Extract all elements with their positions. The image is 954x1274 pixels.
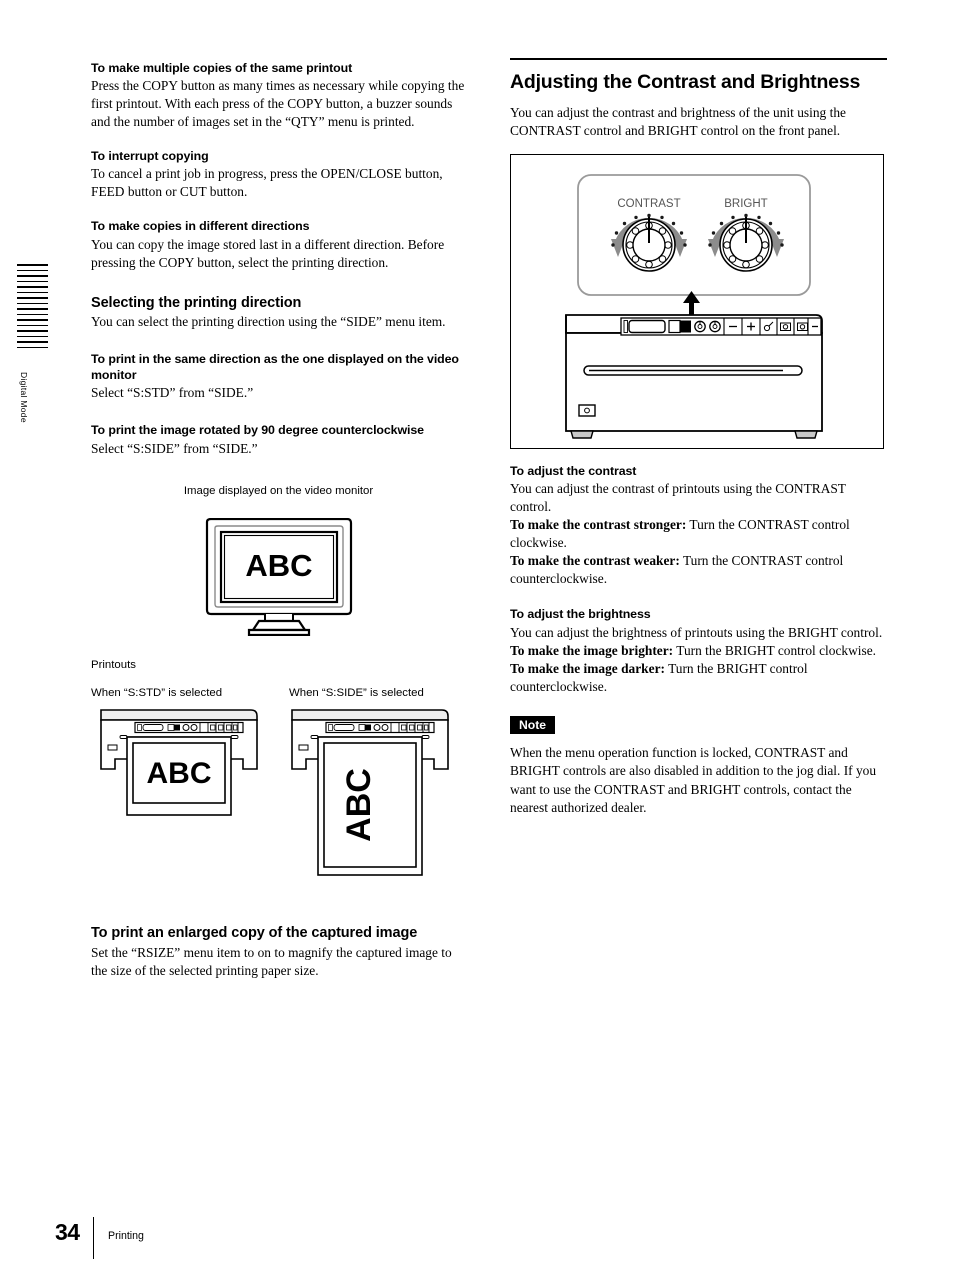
block-selecting-direction: Selecting the printing direction You can… [91, 294, 466, 332]
caption-printouts: Printouts [91, 659, 136, 672]
right-column: Adjusting the Contrast and Brightness Yo… [510, 58, 887, 817]
block-adjust-brightness: To adjust the brightness You can adjust … [510, 606, 887, 695]
text-enlarged-copy: Set the “RSIZE” menu item to on to magni… [91, 944, 452, 978]
text-adjust-brightness: You can adjust the brightness of printou… [510, 624, 883, 640]
lead-contrast-stronger: To make the contrast stronger: [510, 517, 687, 533]
text-selecting-direction: You can select the printing direction us… [91, 314, 446, 330]
heading-print-rotated: To print the image rotated by 90 degree … [91, 423, 424, 438]
note-block: Note When the menu operation function is… [510, 716, 887, 817]
printouts-captions-row: When “S:STD” is selected When “S:SIDE” i… [91, 686, 466, 701]
heading-selecting-direction: Selecting the printing direction [91, 294, 302, 311]
monitor-illustration-wrap: ABC [91, 518, 466, 637]
heading-adjust-contrast: To adjust the contrast [510, 464, 637, 479]
printer-side-illustration: ABC [291, 709, 449, 876]
figure-printing-direction: Image displayed on the video monitor ABC [91, 484, 466, 892]
page-number: 34 [55, 1219, 80, 1245]
heading-multiple-copies: To make multiple copies of the same prin… [91, 61, 353, 75]
section-rule [510, 58, 887, 60]
block-interrupt-copying: To interrupt copying To cancel a print j… [91, 148, 466, 201]
text-intro: You can adjust the contrast and brightne… [510, 105, 846, 139]
text-print-rotated: Select “S:SIDE” from “SIDE.” [91, 440, 258, 456]
footer-divider [93, 1217, 95, 1259]
text-adjust-contrast: You can adjust the contrast of printouts… [510, 481, 846, 515]
bright-knob-label: BRIGHT [724, 198, 767, 210]
text-interrupt-copying: To cancel a print job in progress, press… [91, 166, 443, 200]
printout-side-text: ABC [340, 768, 378, 842]
block-enlarged-copy: To print an enlarged copy of the capture… [91, 924, 466, 980]
printout-std-text: ABC [147, 757, 212, 790]
page-footer: 34 Printing [55, 1217, 355, 1259]
text-contrast-stronger: To make the contrast stronger: Turn the … [510, 516, 887, 552]
edge-stripe-pattern [17, 264, 48, 356]
text-print-same-direction: Select “S:STD” from “SIDE.” [91, 385, 254, 401]
lead-contrast-weaker: To make the contrast weaker: [510, 553, 680, 569]
block-adjust-contrast: To adjust the contrast You can adjust th… [510, 463, 887, 588]
contrast-bright-diagram: CONTRAST BRIGHT [565, 174, 823, 439]
text-different-directions: You can copy the image stored last in a … [91, 236, 445, 270]
text-contrast-weaker: To make the contrast weaker: Turn the CO… [510, 552, 887, 588]
text-image-brighter: To make the image brighter: Turn the BRI… [510, 642, 887, 660]
caption-monitor: Image displayed on the video monitor [183, 484, 374, 497]
caption-printout-side: When “S:SIDE” is selected [289, 687, 424, 700]
edge-thumb-tab: Digital Mode [17, 264, 48, 464]
left-column: To make multiple copies of the same prin… [91, 60, 466, 980]
heading-enlarged-copy: To print an enlarged copy of the capture… [91, 925, 418, 942]
lead-image-darker: To make the image darker: [510, 660, 665, 676]
figure-contrast-bright-controls: CONTRAST BRIGHT [510, 154, 884, 450]
edge-tab-label: Digital Mode [19, 372, 29, 423]
text-image-darker: To make the image darker: Turn the BRIGH… [510, 660, 887, 696]
block-print-same-direction: To print in the same direction as the on… [91, 351, 466, 402]
footer-section-label: Printing [108, 1230, 144, 1242]
text-multiple-copies: Press the COPY button as many times as n… [91, 78, 465, 130]
block-multiple-copies: To make multiple copies of the same prin… [91, 60, 466, 131]
printer-front-illustration [565, 314, 823, 439]
heading-different-directions: To make copies in different directions [91, 219, 310, 234]
note-badge: Note [510, 716, 556, 735]
heading-print-same-direction: To print in the same direction as the on… [91, 352, 459, 383]
document-page: Digital Mode To make multiple copies of … [0, 0, 954, 1274]
rest-image-brighter: Turn the BRIGHT control clockwise. [673, 642, 876, 658]
block-different-directions: To make copies in different directions Y… [91, 218, 466, 271]
crt-monitor-icon: ABC [205, 518, 352, 637]
contrast-knob-label: CONTRAST [617, 198, 680, 210]
note-text: When the menu operation function is lock… [510, 745, 877, 815]
block-print-rotated: To print the image rotated by 90 degree … [91, 422, 466, 457]
caption-printout-std: When “S:STD” is selected [91, 687, 223, 700]
heading-interrupt-copying: To interrupt copying [91, 149, 209, 164]
printer-std-illustration: ABC [100, 709, 258, 816]
page-title: Adjusting the Contrast and Brightness [510, 70, 861, 93]
monitor-screen-text: ABC [245, 548, 312, 583]
heading-adjust-brightness: To adjust the brightness [510, 607, 651, 622]
printouts-illustrations-row: ABC ABC [91, 707, 466, 892]
lead-image-brighter: To make the image brighter: [510, 642, 674, 658]
